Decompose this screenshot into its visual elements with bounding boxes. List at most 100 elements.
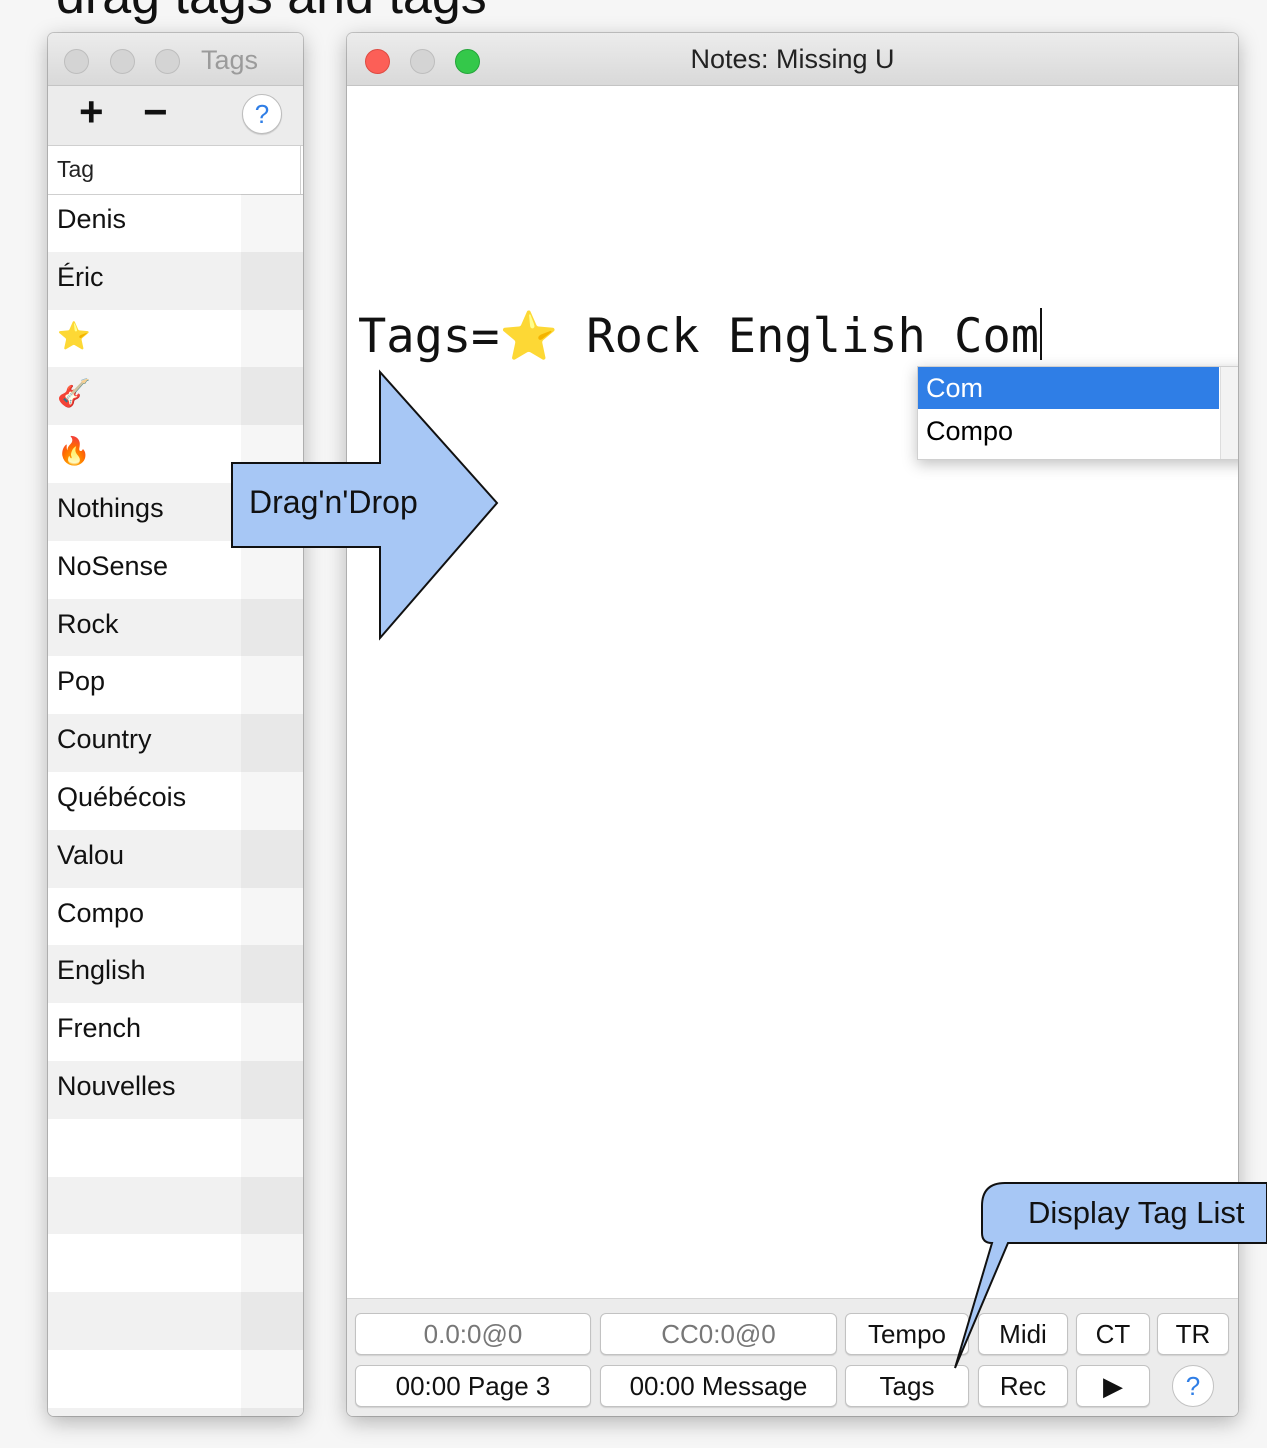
time-page-display[interactable]: 00:00 Page 3	[355, 1365, 591, 1407]
tag-list-item[interactable]: Éric	[48, 251, 303, 310]
tag-list-item[interactable]: Rock	[48, 598, 303, 657]
editor-text: Tags=⭐ Rock English Com	[358, 309, 1040, 364]
tag-list-item[interactable]	[48, 1234, 303, 1292]
minimize-window-icon[interactable]	[110, 49, 135, 74]
help-button[interactable]: ?	[242, 94, 282, 134]
tags-button[interactable]: Tags	[845, 1365, 969, 1407]
row-stripe	[241, 656, 303, 714]
ct-button[interactable]: CT	[1076, 1313, 1150, 1355]
tag-list-item[interactable]: Québécois	[48, 772, 303, 830]
notes-window-title: Notes: Missing U	[690, 44, 895, 74]
autocomplete-item-compo[interactable]: Compo	[918, 410, 1219, 452]
tag-list-item-label: Valou	[57, 839, 125, 870]
tag-list-item[interactable]: Denis	[48, 194, 303, 252]
drag-drop-label: Drag'n'Drop	[249, 484, 418, 520]
tag-list-item[interactable]: English	[48, 945, 303, 1004]
row-stripe	[241, 714, 303, 772]
tag-list-item-label: Québécois	[57, 781, 187, 812]
row-stripe	[241, 425, 303, 483]
autocomplete-popup: Com Compo	[917, 366, 1238, 460]
notes-editor[interactable]: Tags=⭐ Rock English Com Com Compo	[347, 86, 1238, 1298]
tag-list-item[interactable]: Compo	[48, 888, 303, 946]
tag-list-item[interactable]	[48, 1407, 303, 1416]
tag-list-item-label: Country	[57, 724, 152, 755]
tag-list-item[interactable]: Nouvelles	[48, 1060, 303, 1119]
position-display[interactable]: 0.0:0@0	[355, 1313, 591, 1355]
autocomplete-item-label: Compo	[926, 416, 1014, 446]
display-tag-list-label: Display Tag List	[1028, 1195, 1245, 1230]
cc-display[interactable]: CC0:0@0	[600, 1313, 837, 1355]
rec-button[interactable]: Rec	[978, 1365, 1068, 1407]
row-stripe	[241, 772, 303, 830]
autocomplete-item-label: Com	[926, 373, 984, 403]
row-stripe	[241, 367, 303, 425]
row-stripe	[241, 1292, 303, 1350]
row-stripe	[241, 1119, 303, 1177]
tr-button[interactable]: TR	[1157, 1313, 1229, 1355]
row-stripe	[241, 541, 303, 599]
tag-list-item[interactable]: NoSense	[48, 541, 303, 599]
tag-list-item-label: 🎸	[57, 378, 91, 409]
tag-list-item-label: Éric	[57, 261, 104, 292]
notes-titlebar: Notes: Missing U	[347, 33, 1238, 86]
tag-list-item-label: Denis	[57, 204, 127, 234]
tags-window-title: Tags	[201, 45, 259, 75]
remove-tag-button[interactable]: −	[143, 88, 168, 136]
tag-list-item[interactable]	[48, 1176, 303, 1235]
autocomplete-scrollbar[interactable]	[1220, 367, 1238, 459]
tempo-button[interactable]: Tempo	[845, 1313, 969, 1355]
tags-titlebar: Tags	[48, 33, 303, 86]
tag-list-item[interactable]: 🎸	[48, 367, 303, 426]
row-stripe	[241, 945, 303, 1003]
tag-list-item-label: Rock	[57, 608, 119, 639]
tag-list-item[interactable]: 🔥	[48, 425, 303, 483]
row-stripe	[241, 1350, 303, 1408]
tag-column-label: Tag	[57, 156, 95, 182]
tag-list-item[interactable]	[48, 1350, 303, 1408]
row-stripe	[241, 830, 303, 888]
tag-list-item[interactable]: ⭐	[48, 310, 303, 368]
tag-list-item[interactable]: French	[48, 1003, 303, 1061]
row-stripe	[241, 1177, 303, 1235]
tag-column-header[interactable]: Tag	[48, 145, 303, 195]
row-stripe	[241, 1003, 303, 1061]
autocomplete-item-com[interactable]: Com	[918, 367, 1219, 409]
tag-list-item[interactable]: Country	[48, 714, 303, 772]
editor-text-line[interactable]: Tags=⭐ Rock English Com	[358, 308, 1043, 364]
tag-list-item[interactable]	[48, 1292, 303, 1350]
row-stripe	[241, 888, 303, 946]
tag-list-item[interactable]	[48, 1119, 303, 1177]
tag-list-item-label: French	[57, 1013, 142, 1044]
tags-window: Tags + − ? Tag Denis Éric ⭐ 🎸 🔥 Nothings NoSen…	[48, 33, 303, 1416]
bottom-control-bar: 0.0:0@0 CC0:0@0 Tempo Midi CT TR 00:00 P…	[347, 1298, 1238, 1416]
time-message-display[interactable]: 00:00 Message	[600, 1365, 837, 1407]
row-stripe	[241, 310, 303, 368]
row-stripe	[241, 599, 303, 657]
tag-list-item-label: ⭐	[57, 320, 91, 351]
play-icon: ▶	[1103, 1371, 1123, 1401]
tag-list-item[interactable]: Valou	[48, 829, 303, 888]
tag-list-item-label: Pop	[57, 666, 106, 697]
tag-list-item-label: 🔥	[57, 436, 91, 467]
zoom-window-icon[interactable]	[155, 49, 180, 74]
midi-button[interactable]: Midi	[978, 1313, 1068, 1355]
close-window-icon[interactable]	[64, 49, 89, 74]
tag-list-item-label: Nouvelles	[57, 1070, 176, 1101]
play-button[interactable]: ▶	[1076, 1365, 1150, 1407]
tag-list-item-label: Nothings	[57, 492, 164, 523]
tag-list-item-label: English	[57, 955, 146, 986]
row-stripe	[241, 1234, 303, 1292]
row-stripe	[241, 1408, 303, 1416]
column-divider	[300, 146, 301, 194]
tag-list-item[interactable]: Pop	[48, 656, 303, 714]
text-caret	[1040, 308, 1043, 360]
add-tag-button[interactable]: +	[79, 88, 104, 136]
notes-help-button[interactable]: ?	[1172, 1365, 1214, 1407]
row-stripe	[241, 194, 303, 252]
clipped-heading: drag tags and tags	[56, 0, 487, 26]
tag-list-item-label: NoSense	[57, 550, 169, 581]
row-stripe	[241, 252, 303, 310]
tag-list-item-label: Compo	[57, 897, 145, 928]
row-stripe	[241, 1061, 303, 1119]
tags-toolbar: + − ?	[48, 86, 303, 145]
